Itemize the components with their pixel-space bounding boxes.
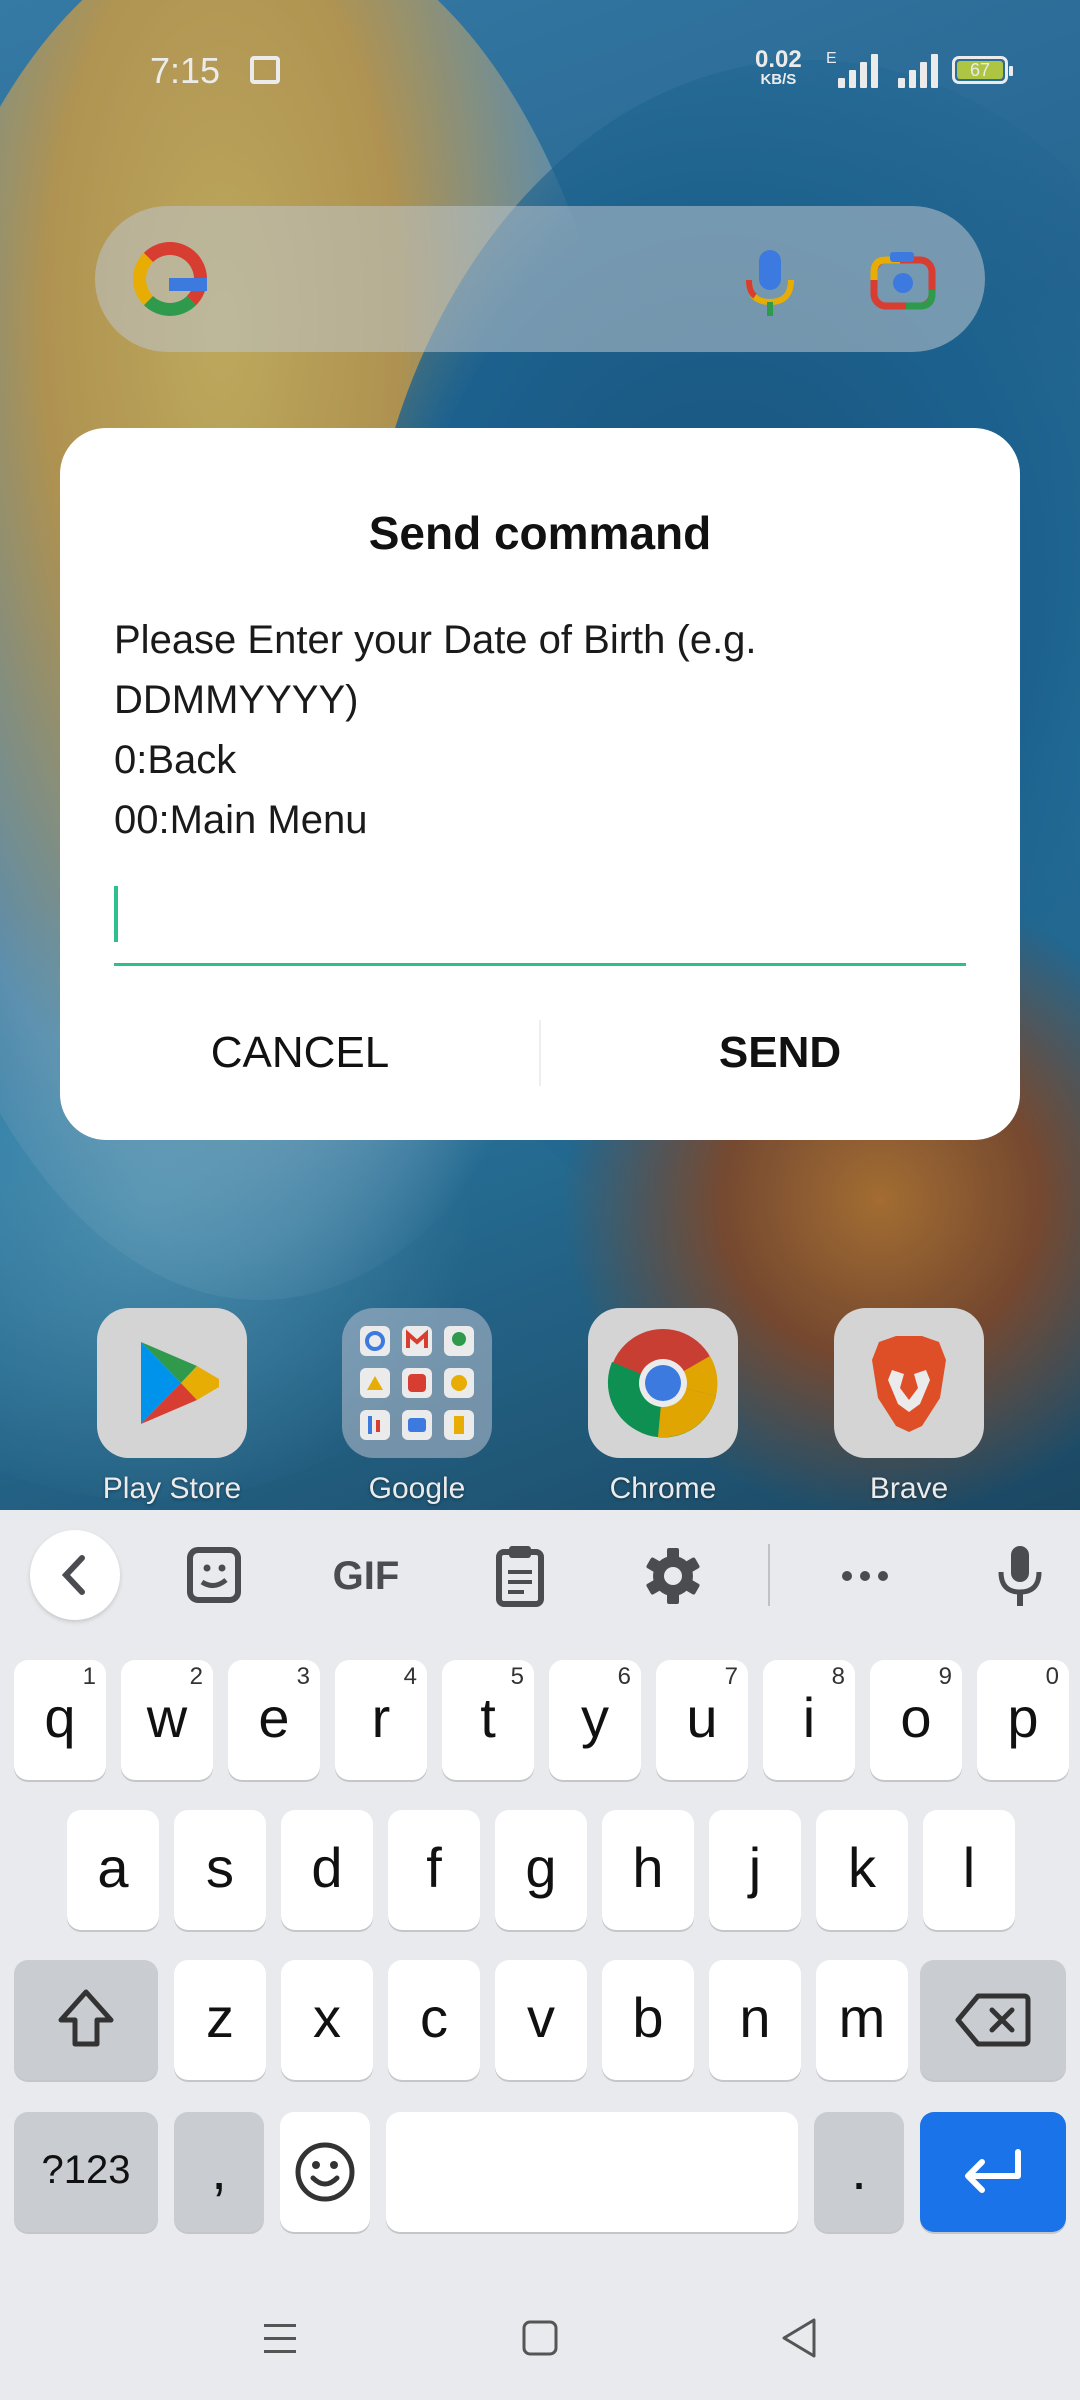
key-hint: 7 [724, 1663, 738, 1690]
key-x[interactable]: x [281, 1960, 373, 2080]
shift-key[interactable] [14, 1960, 158, 2080]
key-g[interactable]: g [495, 1810, 587, 1930]
key-hint: 5 [510, 1663, 524, 1690]
key-n[interactable]: n [709, 1960, 801, 2080]
key-f[interactable]: f [388, 1810, 480, 1930]
key-p[interactable]: p0 [977, 1660, 1069, 1780]
key-hint: 6 [617, 1663, 631, 1690]
enter-arrow-icon [965, 2149, 1021, 2193]
key-r[interactable]: r4 [335, 1660, 427, 1780]
button-divider [539, 1020, 541, 1086]
key-label: i [802, 1686, 816, 1749]
key-d[interactable]: d [281, 1810, 373, 1930]
keyboard-toolbar: GIF [0, 1510, 1080, 1640]
shift-icon [58, 1989, 114, 2047]
cancel-button[interactable]: CANCEL [120, 998, 480, 1108]
key-label: y [581, 1686, 609, 1749]
send-button[interactable]: SEND [600, 998, 960, 1108]
keyboard: GIF q1w2e3r4t5y6u7i8o9p0 asdfghjk l z x … [0, 1510, 1080, 2270]
key-s[interactable]: s [174, 1810, 266, 1930]
key-y[interactable]: y6 [549, 1660, 641, 1780]
toolbar-separator [768, 1544, 770, 1606]
key-l[interactable]: l [923, 1810, 1015, 1930]
key-a[interactable]: a [67, 1810, 159, 1930]
key-w[interactable]: w2 [121, 1660, 213, 1780]
clipboard-icon[interactable] [485, 1544, 555, 1608]
key-label: o [900, 1686, 932, 1749]
key-label: q [44, 1686, 76, 1749]
key-label: r [371, 1686, 391, 1749]
backspace-icon [955, 1993, 1031, 2047]
emoji-icon [295, 2142, 355, 2202]
key-q[interactable]: q1 [14, 1660, 106, 1780]
key-u[interactable]: u7 [656, 1660, 748, 1780]
chevron-left-icon [61, 1555, 85, 1595]
key-b[interactable]: b [602, 1960, 694, 2080]
key-hint: 3 [296, 1663, 310, 1690]
text-cursor [114, 886, 118, 942]
key-hint: 4 [403, 1663, 417, 1690]
backspace-key[interactable] [920, 1960, 1066, 2080]
sticker-icon[interactable] [180, 1544, 250, 1608]
symbols-key[interactable]: ?123 [14, 2112, 158, 2232]
send-command-dialog: Send command Please Enter your Date of B… [60, 428, 1020, 1140]
key-e[interactable]: e3 [228, 1660, 320, 1780]
dialog-title: Send command [368, 507, 712, 559]
space-key[interactable] [386, 2112, 798, 2232]
key-t[interactable]: t5 [442, 1660, 534, 1780]
gif-button[interactable]: GIF [326, 1544, 406, 1608]
key-label: u [686, 1686, 718, 1749]
more-options-icon[interactable] [830, 1544, 900, 1608]
key-i[interactable]: i8 [763, 1660, 855, 1780]
key-v[interactable]: v [495, 1960, 587, 2080]
key-m[interactable]: m [816, 1960, 908, 2080]
key-h[interactable]: h [602, 1810, 694, 1930]
key-label: e [258, 1686, 290, 1749]
key-hint: 2 [189, 1663, 203, 1690]
key-hint: 1 [82, 1663, 96, 1690]
navigation-bar [0, 2270, 1080, 2400]
key-hint: 9 [938, 1663, 952, 1690]
key-label: t [480, 1686, 496, 1749]
voice-input-icon[interactable] [985, 1544, 1055, 1608]
toolbar-back-button[interactable] [30, 1530, 120, 1620]
settings-gear-icon[interactable] [638, 1544, 708, 1608]
key-k[interactable]: k [816, 1810, 908, 1930]
key-j[interactable]: j [709, 1810, 801, 1930]
key-z[interactable]: z [174, 1960, 266, 2080]
key-hint: 0 [1045, 1663, 1059, 1690]
recents-menu-icon[interactable] [250, 2308, 310, 2368]
key-label: w [146, 1686, 188, 1749]
key-c[interactable]: c [388, 1960, 480, 2080]
back-triangle-icon[interactable] [770, 2308, 830, 2368]
period-key[interactable]: . [814, 2112, 904, 2232]
command-input[interactable] [114, 876, 966, 966]
dialog-message: Please Enter your Date of Birth (e.g. DD… [114, 618, 757, 842]
key-hint: 8 [831, 1663, 845, 1690]
enter-key[interactable] [920, 2112, 1066, 2232]
home-square-icon[interactable] [510, 2308, 570, 2368]
comma-key[interactable]: , [174, 2112, 264, 2232]
key-o[interactable]: o9 [870, 1660, 962, 1780]
emoji-key[interactable] [280, 2112, 370, 2232]
key-label: p [1007, 1686, 1039, 1749]
